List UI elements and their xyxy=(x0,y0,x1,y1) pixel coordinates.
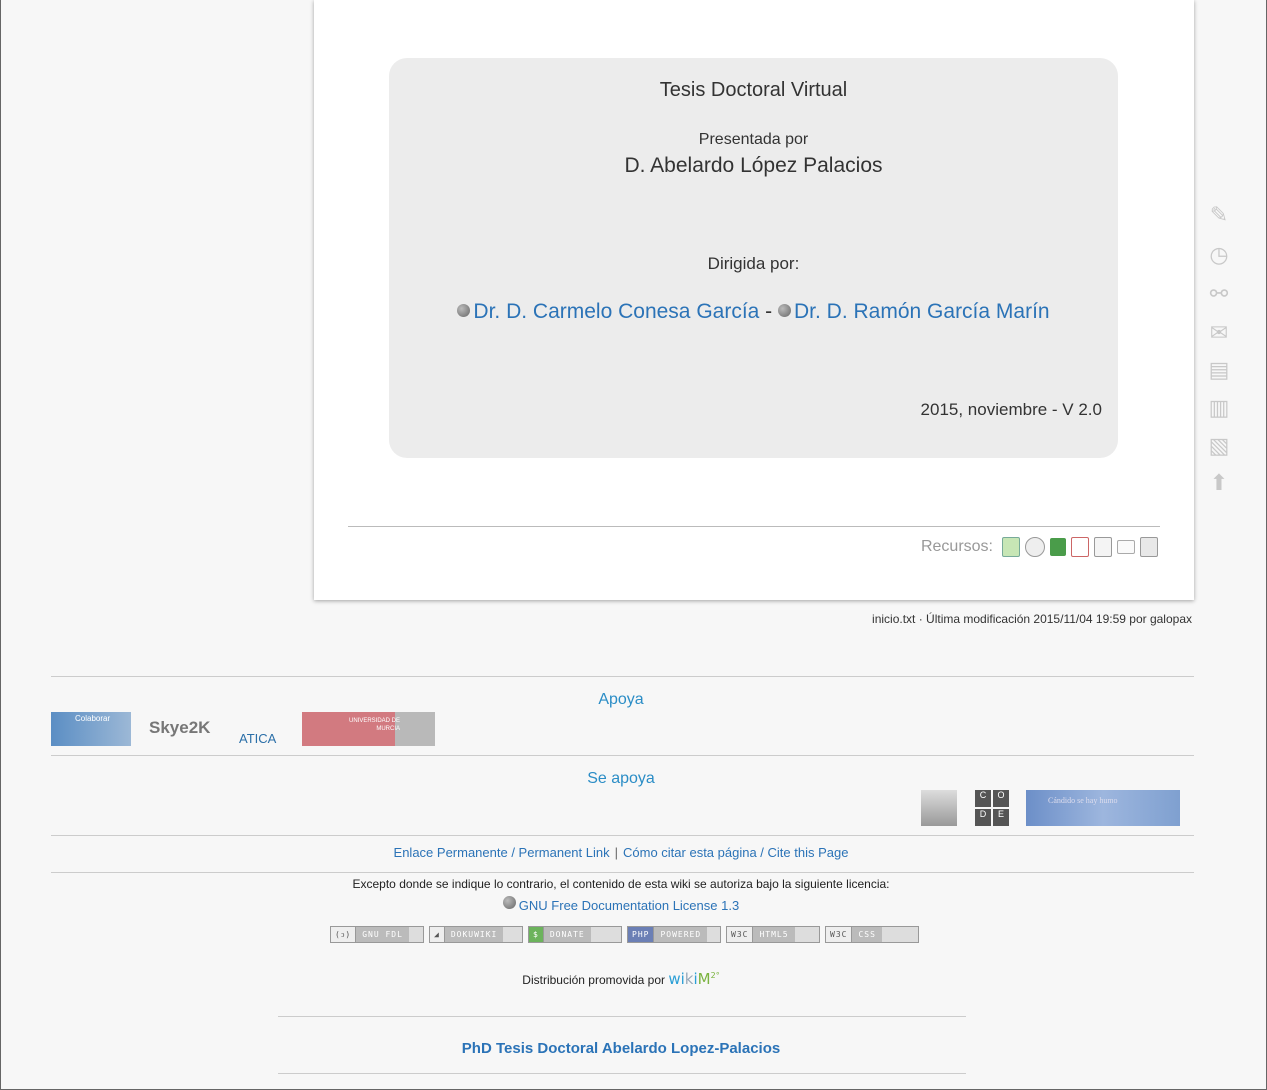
author-name: D. Abelardo López Palacios xyxy=(624,154,883,177)
back-to-top-arrow-icon[interactable]: ⬆ xyxy=(1206,470,1232,496)
license-text: Excepto donde se indique lo contrario, e… xyxy=(352,877,890,891)
php-powered-badge[interactable]: PHP POWERED xyxy=(627,926,721,943)
globe-icon xyxy=(502,896,516,909)
supports-title: Apoya xyxy=(598,691,644,708)
donate-badge[interactable]: $ DONATE xyxy=(528,926,622,943)
atica-logo[interactable]: ATICA xyxy=(239,731,276,746)
screen-icon[interactable] xyxy=(1050,538,1066,556)
code-logo[interactable]: C O D E xyxy=(975,790,1009,826)
globe-icon xyxy=(778,304,792,317)
badges-row: (ↄ) GNU FDL ◢ DOKUWIKI $ DONATE PHP POWERED … xyxy=(330,926,919,943)
date-version: 2015, noviembre - V 2.0 xyxy=(920,400,1102,419)
cite-page-link[interactable]: Cómo citar esta página / Cite this Page xyxy=(623,845,848,860)
link-chain-icon[interactable]: ⚯ xyxy=(1206,281,1232,307)
divider xyxy=(51,872,1194,873)
portrait-logo[interactable] xyxy=(921,790,957,826)
divider xyxy=(51,835,1194,836)
divider xyxy=(278,1073,966,1074)
dokuwiki-badge[interactable]: ◢ DOKUWIKI xyxy=(429,926,523,943)
supported-by-title: Se apoya xyxy=(587,770,655,787)
document-icon[interactable] xyxy=(1094,537,1112,557)
mail-envelope-icon[interactable]: ✉ xyxy=(1206,320,1232,346)
permalink-link[interactable]: Enlace Permanente / Permanent Link xyxy=(394,845,610,860)
resources-label: Recursos: xyxy=(920,538,993,555)
print-icon[interactable] xyxy=(1140,537,1158,557)
presented-by-label: Presentada por xyxy=(698,131,809,148)
wikim-logo[interactable]: wikiM2° xyxy=(668,970,719,988)
divider xyxy=(348,526,1160,527)
document-export-icon[interactable]: ▥ xyxy=(1206,395,1232,421)
edit-pencil-icon[interactable]: ✎ xyxy=(1206,202,1232,228)
directed-by-label: Dirigida por: xyxy=(707,254,800,273)
email-icon[interactable] xyxy=(1117,540,1135,554)
skye2k-logo[interactable]: Skye2K xyxy=(149,718,210,738)
link-separator: | xyxy=(614,845,618,860)
directors-line: Dr. D. Carmelo Conesa García - Dr. D. Ra… xyxy=(389,300,1118,324)
license-link-row: GNU Free Documentation License 1.3 xyxy=(1,896,1241,913)
distributed-by-label: Distribución promovida por xyxy=(522,973,666,987)
pdf-icon[interactable] xyxy=(1071,537,1089,557)
gnu-fdl-badge[interactable]: (ↄ) GNU FDL xyxy=(330,926,424,943)
history-clock-icon[interactable]: ◷ xyxy=(1206,242,1232,268)
divider xyxy=(278,1016,966,1017)
thesis-title: Tesis Doctoral Virtual xyxy=(659,79,848,101)
w3c-html5-badge[interactable]: W3C HTML5 xyxy=(726,926,820,943)
globe-icon xyxy=(457,304,471,317)
director2-link[interactable]: Dr. D. Ramón García Marín xyxy=(794,300,1050,323)
presentation-icon[interactable] xyxy=(1002,537,1020,557)
w3c-css-badge[interactable]: W3C CSS xyxy=(825,926,919,943)
footer-links: Enlace Permanente / Permanent Link | Cómo … xyxy=(1,845,1241,860)
pdf-export-icon[interactable]: ▤ xyxy=(1206,357,1232,383)
divider xyxy=(51,676,1194,677)
title-box: Tesis Doctoral Virtual Presentada por D.… xyxy=(389,58,1118,458)
page-content-card: Tesis Doctoral Virtual Presentada por D.… xyxy=(314,0,1194,600)
license-link[interactable]: GNU Free Documentation License 1.3 xyxy=(519,898,739,913)
last-modified: inicio.txt · Última modificación 2015/11… xyxy=(872,612,1192,626)
distribution-line: Distribución promovida por wikiM2° xyxy=(1,970,1241,988)
colaborar-logo[interactable]: Colaborar xyxy=(51,712,131,746)
candido-logo[interactable]: Cándido se hay humo xyxy=(1026,790,1180,826)
clock-icon[interactable] xyxy=(1025,537,1045,557)
universidad-murcia-logo[interactable]: UNIVERSIDAD DE MURCIA xyxy=(302,712,435,746)
directors-separator: - xyxy=(759,300,779,323)
divider xyxy=(51,755,1194,756)
pdf-file-icon[interactable]: ▧ xyxy=(1206,433,1232,459)
resources-bar: Recursos: xyxy=(921,537,1158,557)
director1-link[interactable]: Dr. D. Carmelo Conesa García xyxy=(473,300,759,323)
bottom-site-title[interactable]: PhD Tesis Doctoral Abelardo Lopez-Palaci… xyxy=(1,1040,1241,1057)
